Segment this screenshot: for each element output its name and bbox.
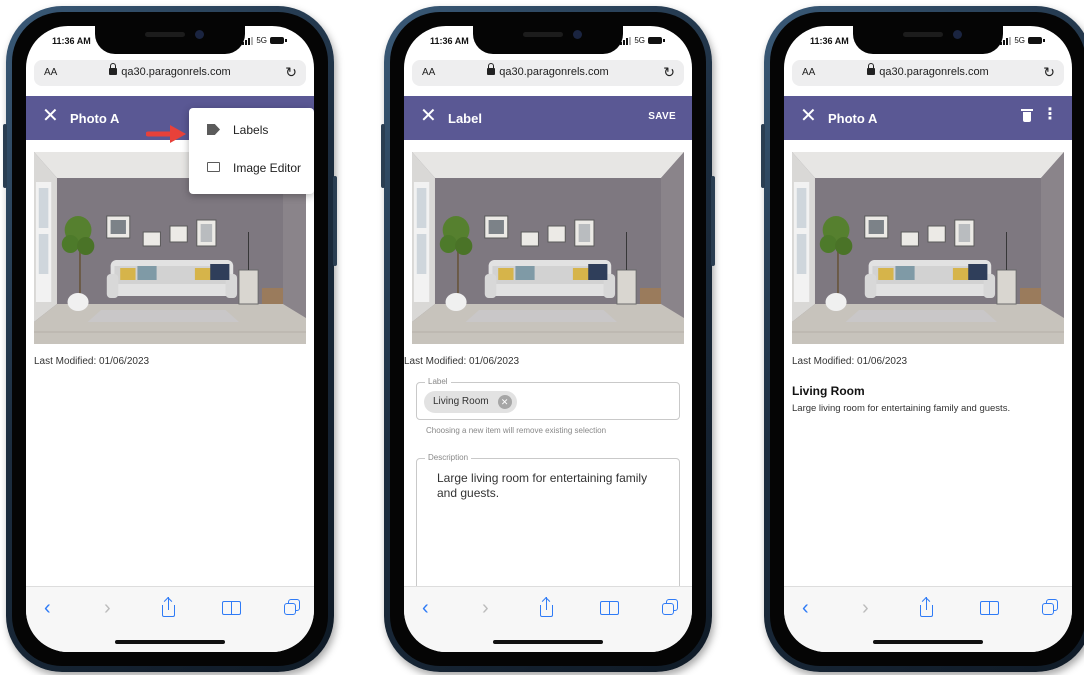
room-photo[interactable] [792, 152, 1064, 344]
context-menu: Labels Image Editor [189, 108, 314, 194]
page-title: Photo A [828, 111, 878, 126]
notch [95, 26, 245, 54]
close-icon[interactable]: ✕ [42, 106, 59, 126]
save-button[interactable]: SAVE [648, 111, 676, 122]
app-header: ✕ Photo A ⋮ [784, 96, 1072, 140]
share-icon[interactable] [919, 597, 935, 619]
app-header: ✕ Label SAVE [404, 96, 692, 140]
safari-toolbar: ‹ › [784, 586, 1072, 652]
lock-icon [109, 63, 118, 75]
phone-frame-1: 11:36 AM 5G AA qa30.paragonrels.com ↻ ✕ … [3, 6, 337, 672]
bookmarks-icon[interactable] [980, 601, 1000, 617]
share-icon[interactable] [539, 597, 555, 619]
menu-item-image-editor[interactable]: Image Editor [189, 150, 314, 186]
url-text[interactable]: qa30.paragonrels.com [34, 63, 306, 78]
phone-screen-3: 11:36 AM 5G AA qa30.paragonrels.com ↻ ✕ … [784, 26, 1072, 652]
back-icon[interactable]: ‹ [802, 597, 809, 619]
phone-bezel: 11:36 AM 5G AA qa30.paragonrels.com ↻ ✕ … [770, 12, 1084, 666]
safari-toolbar: ‹ › [26, 586, 314, 652]
battery-icon [1028, 37, 1045, 44]
url-text[interactable]: qa30.paragonrels.com [412, 63, 684, 78]
notch [473, 26, 623, 54]
label-description: Large living room for entertaining famil… [792, 403, 1011, 414]
phone-screen-2: 11:36 AM 5G AA qa30.paragonrels.com ↻ ✕ … [404, 26, 692, 652]
forward-icon[interactable]: › [862, 597, 869, 619]
phone-frame-2: 11:36 AM 5G AA qa30.paragonrels.com ↻ ✕ … [381, 6, 715, 672]
home-indicator[interactable] [115, 640, 225, 644]
label-chip[interactable]: Living Room ✕ [424, 391, 517, 413]
notch [853, 26, 1003, 54]
address-bar[interactable]: AA qa30.paragonrels.com ↻ [792, 60, 1064, 86]
lock-icon [487, 63, 496, 75]
trash-icon[interactable] [1021, 109, 1033, 123]
tabs-icon[interactable] [284, 599, 302, 617]
page-title: Label [448, 111, 482, 126]
bookmarks-icon[interactable] [600, 601, 620, 617]
battery-icon [648, 37, 665, 44]
menu-item-label: Image Editor [233, 161, 302, 175]
home-indicator[interactable] [493, 640, 603, 644]
more-vertical-icon[interactable]: ⋮ [1042, 106, 1058, 124]
network-type: 5G [1014, 36, 1025, 45]
tag-icon [207, 124, 220, 135]
network-type: 5G [634, 36, 645, 45]
forward-icon[interactable]: › [104, 597, 111, 619]
reload-icon[interactable]: ↻ [1043, 64, 1055, 81]
status-time: 11:36 AM [430, 36, 469, 46]
last-modified-text: Last Modified: 01/06/2023 [34, 356, 150, 367]
phone-frame-3: 11:36 AM 5G AA qa30.paragonrels.com ↻ ✕ … [761, 6, 1084, 672]
reload-icon[interactable]: ↻ [285, 64, 297, 81]
tabs-icon[interactable] [662, 599, 680, 617]
chip-text: Living Room [433, 396, 489, 407]
chip-remove-icon[interactable]: ✕ [497, 395, 512, 409]
phone-bezel: 11:36 AM 5G AA qa30.paragonrels.com ↻ ✕ … [390, 12, 706, 666]
red-arrow-icon [146, 125, 186, 143]
back-icon[interactable]: ‹ [44, 597, 51, 619]
safari-toolbar: ‹ › [404, 586, 692, 652]
status-network: 5G [242, 36, 287, 45]
status-time: 11:36 AM [52, 36, 91, 46]
url-text[interactable]: qa30.paragonrels.com [792, 63, 1064, 78]
description-field-label: Description [425, 453, 472, 462]
phone-bezel: 11:36 AM 5G AA qa30.paragonrels.com ↻ ✕ … [12, 12, 328, 666]
page-title: Photo A [70, 111, 120, 126]
close-icon[interactable]: ✕ [420, 106, 437, 126]
status-network: 5G [620, 36, 665, 45]
last-modified-text: Last Modified: 01/06/2023 [404, 356, 520, 367]
forward-icon[interactable]: › [482, 597, 489, 619]
label-title: Living Room [792, 384, 865, 398]
description-text[interactable]: Large living room for entertaining famil… [437, 471, 669, 501]
room-photo[interactable] [412, 152, 684, 344]
lock-icon [867, 63, 876, 75]
back-icon[interactable]: ‹ [422, 597, 429, 619]
label-field-label: Label [425, 377, 451, 386]
address-bar[interactable]: AA qa30.paragonrels.com ↻ [412, 60, 684, 86]
label-field[interactable]: Label Living Room ✕ [416, 377, 680, 420]
label-helper-text: Choosing a new item will remove existing… [426, 426, 607, 435]
home-indicator[interactable] [873, 640, 983, 644]
reload-icon[interactable]: ↻ [663, 64, 675, 81]
close-icon[interactable]: ✕ [800, 106, 817, 126]
address-bar[interactable]: AA qa30.paragonrels.com ↻ [34, 60, 306, 86]
share-icon[interactable] [161, 597, 177, 619]
image-editor-icon [207, 162, 220, 172]
living-room-image [412, 152, 684, 344]
living-room-image [792, 152, 1064, 344]
phone-screen-1: 11:36 AM 5G AA qa30.paragonrels.com ↻ ✕ … [26, 26, 314, 652]
menu-item-labels[interactable]: Labels [189, 112, 314, 148]
bookmarks-icon[interactable] [222, 601, 242, 617]
status-time: 11:36 AM [810, 36, 849, 46]
tabs-icon[interactable] [1042, 599, 1060, 617]
menu-item-label: Labels [233, 123, 269, 137]
network-type: 5G [256, 36, 267, 45]
status-network: 5G [1000, 36, 1045, 45]
battery-icon [270, 37, 287, 44]
last-modified-text: Last Modified: 01/06/2023 [792, 356, 908, 367]
